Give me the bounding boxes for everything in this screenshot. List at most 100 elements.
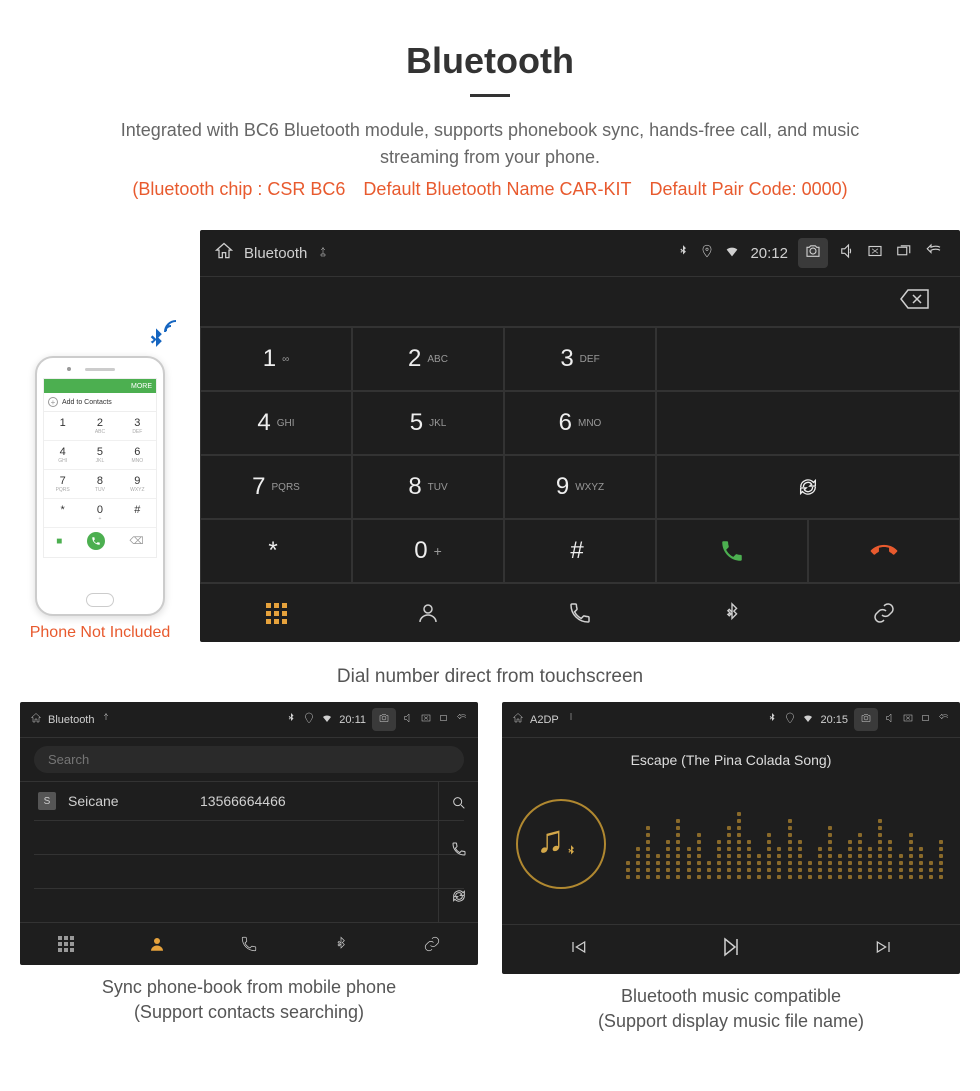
tab-recent[interactable] bbox=[203, 923, 295, 965]
back-icon[interactable] bbox=[456, 712, 468, 727]
phone-key-1: 1 bbox=[44, 412, 81, 441]
contact-number: 13566664466 bbox=[200, 793, 286, 809]
dialer-key-9[interactable]: 9WXYZ bbox=[504, 455, 656, 519]
tab-pair[interactable] bbox=[386, 923, 478, 965]
usb-icon bbox=[317, 245, 329, 262]
phone-key-5: 5JKL bbox=[81, 441, 118, 470]
contact-badge: S bbox=[38, 792, 56, 810]
camera-icon[interactable] bbox=[854, 708, 878, 731]
phone-delete-icon: ⌫ bbox=[130, 536, 144, 547]
close-screen-icon[interactable] bbox=[902, 712, 914, 727]
phone-illustration: MORE + Add to Contacts 12ABC3DEF4GHI5JKL… bbox=[20, 356, 180, 616]
tab-bluetooth[interactable] bbox=[656, 584, 808, 642]
location-icon bbox=[784, 712, 796, 727]
phone-add-contacts-label: Add to Contacts bbox=[62, 399, 112, 406]
home-icon[interactable] bbox=[30, 712, 42, 727]
tab-contacts[interactable] bbox=[352, 584, 504, 642]
statusbar-time: 20:12 bbox=[750, 245, 788, 262]
contacts-caption-line2: (Support contacts searching) bbox=[20, 1000, 478, 1025]
back-icon[interactable] bbox=[922, 242, 946, 264]
dialer-key-*[interactable]: * bbox=[200, 519, 352, 583]
sidebar-call-icon[interactable] bbox=[451, 841, 467, 862]
next-track-button[interactable] bbox=[874, 937, 894, 962]
person-icon bbox=[416, 601, 440, 625]
bluetooth-small-icon bbox=[564, 844, 578, 861]
link-icon bbox=[423, 935, 441, 953]
head-unit-dialer: Bluetooth 20:12 1∞2ABC3DEF 4GHI5JKL6MNO 7P… bbox=[200, 230, 960, 642]
phone-key-7: 7PQRS bbox=[44, 470, 81, 499]
tab-recent[interactable] bbox=[504, 584, 656, 642]
wifi-icon bbox=[802, 712, 814, 727]
music-note-icon: ♫ bbox=[536, 819, 565, 861]
phone-key-0: 0+ bbox=[81, 499, 118, 528]
dialer-key-#[interactable]: # bbox=[504, 519, 656, 583]
dialer-key-1[interactable]: 1∞ bbox=[200, 327, 352, 391]
bluetooth-icon bbox=[333, 936, 349, 952]
phone-key-3: 3DEF bbox=[119, 412, 156, 441]
home-icon[interactable] bbox=[512, 712, 524, 727]
dialer-key-0[interactable]: 0+ bbox=[352, 519, 504, 583]
statusbar-title: Bluetooth bbox=[244, 245, 307, 262]
contact-name: Seicane bbox=[68, 793, 188, 809]
tab-pair[interactable] bbox=[808, 584, 960, 642]
dialer-key-5[interactable]: 5JKL bbox=[352, 391, 504, 455]
volume-icon[interactable] bbox=[838, 242, 856, 264]
camera-icon[interactable] bbox=[372, 708, 396, 731]
camera-icon[interactable] bbox=[798, 238, 828, 268]
phone-key-*: * bbox=[44, 499, 81, 528]
head-unit-contacts: Bluetooth 20:11 S Seicane bbox=[20, 702, 478, 965]
search-input[interactable] bbox=[34, 746, 464, 773]
volume-icon[interactable] bbox=[402, 712, 414, 727]
phone-icon bbox=[568, 601, 592, 625]
sidebar-sync-icon[interactable] bbox=[451, 888, 467, 909]
close-screen-icon[interactable] bbox=[866, 242, 884, 264]
play-pause-button[interactable] bbox=[719, 935, 743, 964]
recent-apps-icon[interactable] bbox=[438, 712, 450, 727]
dialer-key-4[interactable]: 4GHI bbox=[200, 391, 352, 455]
home-icon[interactable] bbox=[214, 241, 234, 265]
wifi-icon bbox=[321, 712, 333, 727]
bluetooth-status-icon bbox=[766, 712, 778, 727]
phone-key-#: # bbox=[119, 499, 156, 528]
dialer-key-6[interactable]: 6MNO bbox=[504, 391, 656, 455]
page-description: Integrated with BC6 Bluetooth module, su… bbox=[90, 117, 890, 171]
equalizer-visual bbox=[626, 809, 946, 879]
head-unit-music: A2DP 20:15 Escape (The Pina Colada Song) bbox=[502, 702, 960, 974]
volume-icon[interactable] bbox=[884, 712, 896, 727]
dialer-key-7[interactable]: 7PQRS bbox=[200, 455, 352, 519]
dialer-key-8[interactable]: 8TUV bbox=[352, 455, 504, 519]
contact-row[interactable]: S Seicane 13566664466 bbox=[34, 782, 464, 821]
tab-contacts[interactable] bbox=[112, 923, 204, 965]
usb-icon bbox=[100, 712, 112, 727]
person-icon bbox=[148, 935, 166, 953]
album-art-circle: ♫ bbox=[516, 799, 606, 889]
keypad-grid-icon bbox=[58, 936, 74, 952]
tab-keypad[interactable] bbox=[20, 923, 112, 965]
recent-apps-icon[interactable] bbox=[920, 712, 932, 727]
dialer-backspace[interactable] bbox=[656, 327, 960, 391]
sidebar-search-icon[interactable] bbox=[451, 795, 467, 816]
recent-apps-icon[interactable] bbox=[894, 242, 912, 264]
call-button[interactable] bbox=[656, 519, 808, 583]
phone-key-6: 6MNO bbox=[119, 441, 156, 470]
phone-icon bbox=[240, 935, 258, 953]
music-caption-line1: Bluetooth music compatible bbox=[502, 984, 960, 1009]
prev-track-button[interactable] bbox=[568, 937, 588, 962]
tab-bluetooth[interactable] bbox=[295, 923, 387, 965]
signal-waves-icon bbox=[161, 314, 185, 343]
phone-add-icon: + bbox=[48, 397, 58, 407]
statusbar-time: 20:15 bbox=[820, 714, 848, 726]
bluetooth-status-icon bbox=[676, 244, 690, 262]
phone-key-8: 8TUV bbox=[81, 470, 118, 499]
dialer-sync-button[interactable] bbox=[656, 455, 960, 519]
backspace-icon[interactable] bbox=[900, 288, 930, 315]
phone-not-included-label: Phone Not Included bbox=[20, 624, 180, 642]
dialer-key-2[interactable]: 2ABC bbox=[352, 327, 504, 391]
keypad-grid-icon bbox=[266, 603, 287, 624]
tab-keypad[interactable] bbox=[200, 584, 352, 642]
end-call-button[interactable] bbox=[808, 519, 960, 583]
dialer-key-3[interactable]: 3DEF bbox=[504, 327, 656, 391]
back-icon[interactable] bbox=[938, 712, 950, 727]
music-caption-line2: (Support display music file name) bbox=[502, 1009, 960, 1034]
close-screen-icon[interactable] bbox=[420, 712, 432, 727]
